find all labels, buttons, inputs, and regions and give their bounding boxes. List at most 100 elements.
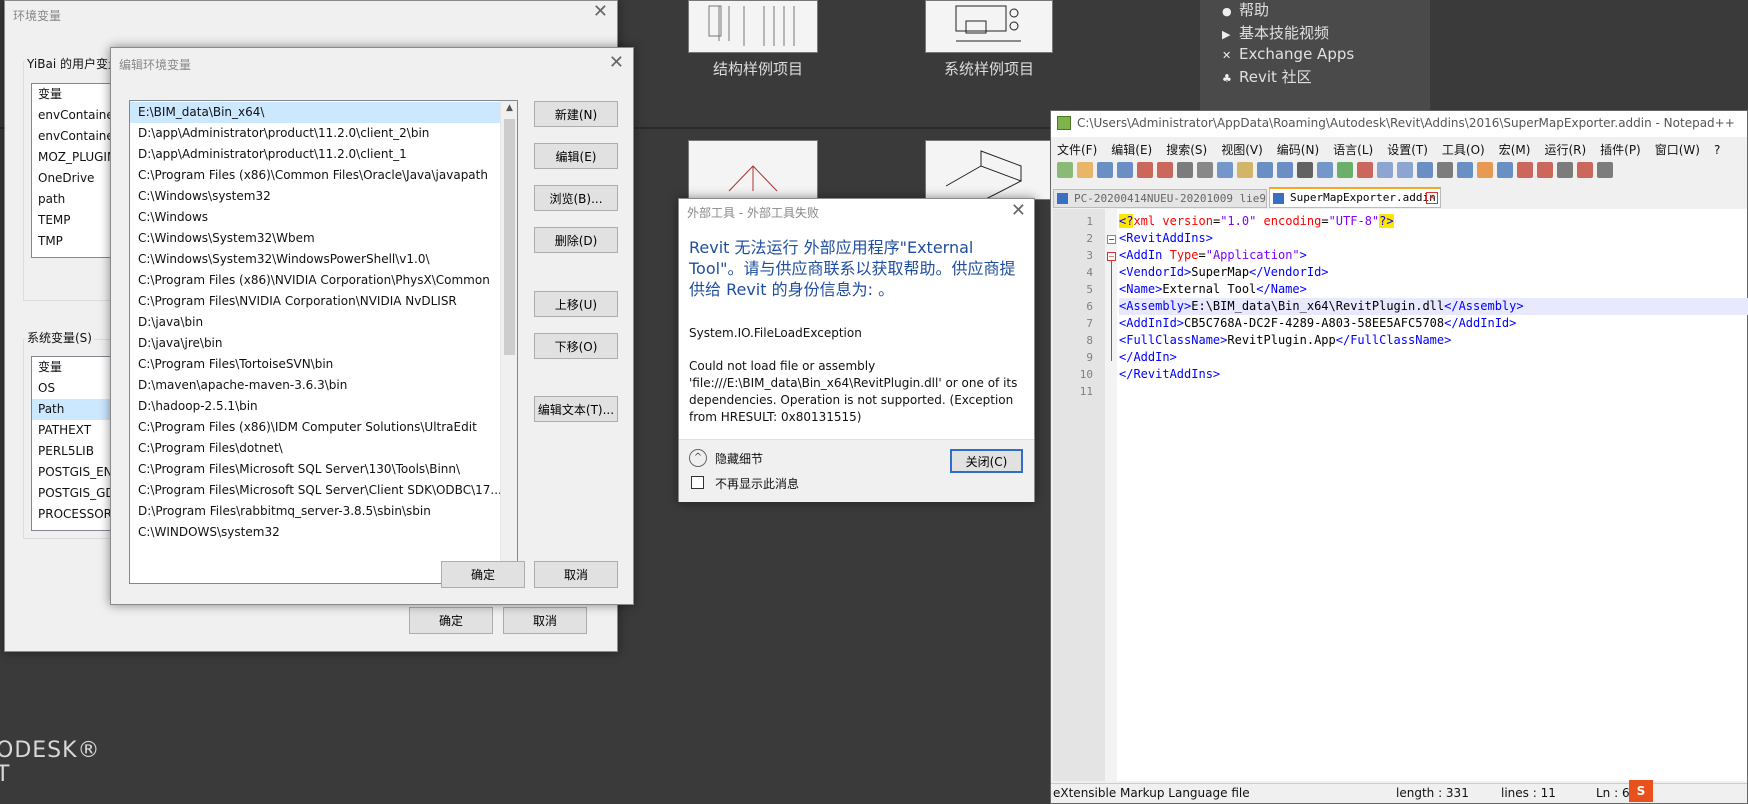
doc-map-icon[interactable] — [1497, 162, 1513, 178]
path-list-item[interactable]: D:\app\Administrator\product\11.2.0\clie… — [130, 123, 501, 144]
scroll-thumb[interactable] — [504, 119, 515, 355]
close-all-icon[interactable] — [1157, 162, 1173, 178]
path-list-item[interactable]: C:\Program Files\TortoiseSVN\bin — [130, 354, 501, 375]
find-icon[interactable] — [1297, 162, 1313, 178]
delete-button[interactable]: 删除(D) — [534, 227, 618, 253]
menu-help[interactable]: ? — [1714, 143, 1720, 157]
code-content[interactable]: <?xml version="1.0" encoding="UTF-8"?> <… — [1119, 213, 1748, 613]
menu-view[interactable]: 视图(V) — [1221, 143, 1263, 157]
help-link[interactable]: ● 帮助 — [1222, 0, 1269, 20]
path-list-item[interactable]: C:\Windows — [130, 207, 501, 228]
menu-macro[interactable]: 宏(M) — [1499, 143, 1531, 157]
zoom-in-icon[interactable] — [1337, 162, 1353, 178]
menu-encoding[interactable]: 编码(N) — [1277, 143, 1319, 157]
path-list-item[interactable]: D:\java\bin — [130, 312, 501, 333]
redo-icon[interactable] — [1277, 162, 1293, 178]
edit-button[interactable]: 编辑(E) — [534, 143, 618, 169]
tab-other-file[interactable]: PC-20200414NUEU-20201009 lie9d — [1053, 189, 1267, 208]
path-list-item[interactable]: D:\app\Administrator\product\11.2.0\clie… — [130, 144, 501, 165]
all-chars-icon[interactable] — [1437, 162, 1453, 178]
fold-minus-icon[interactable]: − — [1107, 252, 1116, 261]
zoom-out-icon[interactable] — [1357, 162, 1373, 178]
copy-icon[interactable] — [1217, 162, 1233, 178]
path-list-item[interactable]: E:\BIM_data\Bin_x64\ — [130, 102, 501, 123]
save-icon[interactable] — [1097, 162, 1113, 178]
path-list-item[interactable]: C:\Program Files\Microsoft SQL Server\13… — [130, 459, 501, 480]
hide-details-toggle[interactable]: 隐藏细节 — [715, 450, 763, 467]
close-button[interactable]: 关闭(C) — [950, 449, 1023, 473]
cut-icon[interactable] — [1197, 162, 1213, 178]
close-tab-icon[interactable]: ✕ — [1426, 192, 1438, 204]
browse-button[interactable]: 浏览(B)... — [534, 185, 618, 211]
path-list-item[interactable]: D:\maven\apache-maven-3.6.3\bin — [130, 375, 501, 396]
path-list-item[interactable]: C:\Program Files\dotnet\ — [130, 438, 501, 459]
architecture-sample-thumbnail[interactable] — [688, 140, 818, 200]
undo-icon[interactable] — [1257, 162, 1273, 178]
dont-show-checkbox[interactable] — [691, 476, 704, 489]
path-list-item[interactable]: C:\Program Files (x86)\Common Files\Orac… — [130, 165, 501, 186]
editor-area[interactable]: 1 2 3 4 5 6 7 8 9 10 11 − − <?xml version="1.0" en… — [1053, 209, 1748, 781]
menu-run[interactable]: 运行(R) — [1544, 143, 1586, 157]
menu-edit[interactable]: 编辑(E) — [1111, 143, 1152, 157]
record-icon[interactable] — [1577, 162, 1593, 178]
open-file-icon[interactable] — [1077, 162, 1093, 178]
system-sample-thumbnail[interactable] — [925, 0, 1053, 53]
udl-icon[interactable] — [1477, 162, 1493, 178]
path-list-item[interactable]: D:\Program Files\rabbitmq_server-3.8.5\s… — [130, 501, 501, 522]
close-icon[interactable]: ✕ — [1011, 200, 1026, 221]
path-list-item[interactable]: C:\Windows\System32\Wbem — [130, 228, 501, 249]
path-list-item[interactable]: C:\Windows\System32\WindowsPowerShell\v1… — [130, 249, 501, 270]
env-ok-button[interactable]: 确定 — [409, 607, 493, 634]
path-list-item[interactable]: C:\Program Files (x86)\IDM Computer Solu… — [130, 417, 501, 438]
path-list-item[interactable]: D:\java\jre\bin — [130, 333, 501, 354]
word-wrap-icon[interactable] — [1417, 162, 1433, 178]
tab-supermapexporter[interactable]: SuperMapExporter.addin ✕ — [1269, 187, 1441, 208]
close-icon[interactable]: ✕ — [609, 53, 624, 73]
structure-sample-thumbnail[interactable] — [688, 0, 818, 53]
building-sample-thumbnail[interactable] — [925, 140, 1053, 200]
function-list-icon[interactable] — [1517, 162, 1533, 178]
path-list-item[interactable]: C:\Program Files\Microsoft SQL Server\Cl… — [130, 480, 501, 501]
indent-guide-icon[interactable] — [1457, 162, 1473, 178]
fold-minus-icon[interactable]: − — [1107, 235, 1116, 244]
edit-text-button[interactable]: 编辑文本(T)... — [534, 396, 618, 422]
paste-icon[interactable] — [1237, 162, 1253, 178]
path-list-item[interactable]: C:\Program Files (x86)\NVIDIA Corporatio… — [130, 270, 501, 291]
menu-tools[interactable]: 工具(O) — [1442, 143, 1485, 157]
structure-sample-label[interactable]: 结构样例项目 — [678, 58, 838, 79]
collapse-details-icon[interactable]: ^ — [689, 449, 707, 467]
menu-file[interactable]: 文件(F) — [1057, 143, 1097, 157]
menu-language[interactable]: 语言(L) — [1333, 143, 1373, 157]
path-list-item[interactable]: D:\hadoop-2.5.1\bin — [130, 396, 501, 417]
menu-search[interactable]: 搜索(S) — [1166, 143, 1207, 157]
move-down-button[interactable]: 下移(O) — [534, 333, 618, 359]
save-all-icon[interactable] — [1117, 162, 1133, 178]
stop-icon[interactable] — [1597, 162, 1613, 178]
menu-window[interactable]: 窗口(W) — [1655, 143, 1700, 157]
env-cancel-button[interactable]: 取消 — [503, 607, 587, 634]
edit-ok-button[interactable]: 确定 — [441, 561, 525, 588]
sync-v-icon[interactable] — [1377, 162, 1393, 178]
menu-settings[interactable]: 设置(T) — [1387, 143, 1428, 157]
revit-community-link[interactable]: ♣ Revit 社区 — [1222, 66, 1312, 87]
menu-plugins[interactable]: 插件(P) — [1600, 143, 1641, 157]
replace-icon[interactable] — [1317, 162, 1333, 178]
system-sample-label[interactable]: 系统样例项目 — [909, 58, 1069, 79]
path-list[interactable]: E:\BIM_data\Bin_x64\ D:\app\Administrator… — [129, 100, 518, 584]
path-list-scrollbar[interactable]: ▲ ▼ — [500, 101, 517, 583]
basic-skills-video-link[interactable]: ▶ 基本技能视频 — [1222, 22, 1329, 43]
path-list-item[interactable]: C:\WINDOWS\system32 — [130, 522, 501, 543]
ime-icon[interactable]: S — [1629, 780, 1653, 802]
close-icon[interactable] — [1137, 162, 1153, 178]
scroll-up-icon[interactable]: ▲ — [501, 103, 517, 113]
print-icon[interactable] — [1177, 162, 1193, 178]
close-icon[interactable]: ✕ — [593, 2, 608, 22]
move-up-button[interactable]: 上移(U) — [534, 291, 618, 317]
sync-h-icon[interactable] — [1397, 162, 1413, 178]
path-list-item[interactable]: C:\Program Files\NVIDIA Corporation\NVID… — [130, 291, 501, 312]
monitor-icon[interactable] — [1557, 162, 1573, 178]
path-list-item[interactable]: C:\Windows\system32 — [130, 186, 501, 207]
edit-cancel-button[interactable]: 取消 — [534, 561, 618, 588]
exchange-apps-link[interactable]: ✕ Exchange Apps — [1222, 45, 1354, 63]
folder-icon[interactable] — [1537, 162, 1553, 178]
